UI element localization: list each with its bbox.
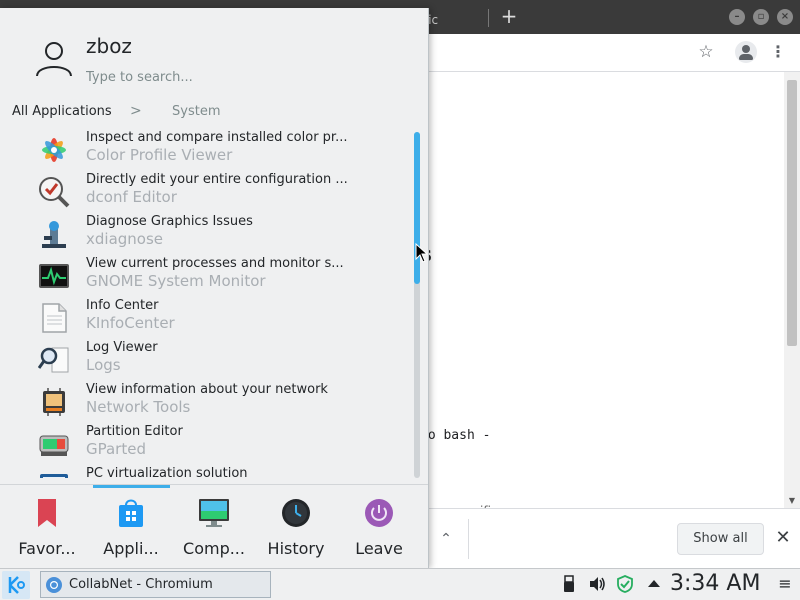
app-name: Logs (86, 356, 121, 374)
app-item-logs[interactable]: Log Viewer Logs (0, 340, 412, 382)
taskbar-item-label: CollabNet - Chromium (69, 577, 213, 592)
search-input[interactable] (84, 66, 404, 88)
gparted-icon (39, 435, 69, 456)
application-list: Inspect and compare installed color pr..… (0, 130, 412, 478)
tab-leave[interactable]: Leave (338, 493, 420, 565)
app-description: Info Center (86, 298, 159, 313)
tab-label: Comp... (183, 539, 245, 558)
bookmark-star-icon[interactable]: ☆ (696, 42, 716, 62)
app-name: dconf Editor (86, 188, 177, 206)
code-snippet: do bash - (420, 428, 491, 443)
tab-separator (488, 9, 489, 27)
history-icon (282, 499, 310, 527)
tray-expand-arrow-icon[interactable] (645, 575, 663, 593)
system-monitor-icon (39, 264, 69, 288)
volume-icon[interactable] (588, 575, 606, 593)
launcher-header: zboz (0, 8, 428, 94)
usb-drive-icon[interactable] (560, 575, 578, 593)
app-item-gparted[interactable]: Partition Editor GParted (0, 424, 412, 466)
profile-icon[interactable] (735, 41, 757, 63)
leave-icon (365, 499, 393, 527)
breadcrumb-system[interactable]: System (172, 104, 220, 119)
logs-icon (38, 347, 69, 373)
app-description: PC virtualization solution (86, 466, 248, 478)
app-description: Log Viewer (86, 340, 158, 355)
info-center-icon (42, 303, 67, 333)
computer-icon (199, 499, 229, 527)
chromium-icon (46, 577, 62, 593)
xdiagnose-icon (42, 221, 66, 248)
app-description: View current processes and monitor s... (86, 256, 344, 271)
virtualization-icon (40, 474, 68, 478)
app-item-network-tools[interactable]: View information about your network Netw… (0, 382, 412, 424)
taskbar: CollabNet - Chromium 3:34 AM ≡ (0, 568, 800, 600)
dconf-editor-icon (39, 177, 70, 208)
app-description: View information about your network (86, 382, 328, 397)
user-name: zboz (86, 34, 132, 58)
app-name: GNOME System Monitor (86, 272, 266, 290)
close-icon[interactable]: × (777, 9, 793, 25)
tab-label: Appli... (103, 539, 159, 558)
mouse-pointer-icon (415, 243, 429, 263)
applications-icon (119, 499, 143, 527)
launcher-scrollbar[interactable] (412, 132, 422, 478)
active-tab-indicator (93, 485, 170, 488)
color-profile-icon (42, 138, 66, 162)
app-name: GParted (86, 440, 146, 458)
security-shield-icon[interactable] (616, 575, 634, 593)
bookmark-icon (38, 499, 56, 527)
chevron-up-icon[interactable]: ⌃ (434, 529, 458, 549)
chevron-right-icon: > (130, 103, 142, 119)
divider (468, 519, 469, 559)
clock[interactable]: 3:34 AM (670, 569, 760, 599)
tab-favorites[interactable]: Favor... (6, 493, 88, 565)
app-description: Diagnose Graphics Issues (86, 214, 253, 229)
app-name: xdiagnose (86, 230, 164, 248)
network-tools-icon (43, 388, 65, 416)
more-menu-icon[interactable]: ⋮ (768, 42, 788, 62)
app-name: Color Profile Viewer (86, 146, 233, 164)
app-description: Inspect and compare installed color pr..… (86, 130, 348, 145)
application-launcher: zboz All Applications > System Inspect a… (0, 8, 429, 568)
app-item-xdiagnose[interactable]: Diagnose Graphics Issues xdiagnose (0, 214, 412, 256)
tab-history[interactable]: History (255, 493, 337, 565)
app-item-pc-virtualization[interactable]: PC virtualization solution (0, 466, 412, 478)
breadcrumb-all-applications[interactable]: All Applications (12, 104, 112, 119)
page-scroll-thumb[interactable] (787, 80, 797, 346)
app-item-kinfocenter[interactable]: Info Center KInfoCenter (0, 298, 412, 340)
tab-applications[interactable]: Appli... (90, 493, 172, 565)
tab-label: Leave (355, 539, 403, 558)
app-item-color-profile-viewer[interactable]: Inspect and compare installed color pr..… (0, 130, 412, 172)
launcher-footer-tabs: Favor... Appli... Comp... History Leave (0, 484, 428, 568)
plus-icon[interactable]: + (498, 5, 520, 27)
panel-menu-icon[interactable]: ≡ (776, 574, 794, 594)
tab-label: Favor... (18, 539, 76, 558)
tab-label: History (267, 539, 325, 558)
tab-computer[interactable]: Comp... (173, 493, 255, 565)
close-icon[interactable]: ✕ (772, 527, 794, 549)
app-name: Network Tools (86, 398, 191, 416)
minimize-icon[interactable]: – (729, 9, 745, 25)
page-scrollbar[interactable]: ▼ (784, 72, 800, 508)
app-description: Partition Editor (86, 424, 183, 439)
show-all-button[interactable]: Show all (677, 523, 764, 555)
app-item-gnome-system-monitor[interactable]: View current processes and monitor s... … (0, 256, 412, 298)
app-item-dconf-editor[interactable]: Directly edit your entire configuration … (0, 172, 412, 214)
kde-launcher-icon[interactable] (2, 571, 30, 599)
app-description: Directly edit your entire configuration … (86, 172, 348, 187)
taskbar-item-chromium[interactable]: CollabNet - Chromium (40, 571, 271, 598)
user-avatar-icon[interactable] (34, 38, 74, 78)
browser-tab[interactable]: fic (420, 6, 482, 34)
app-name: KInfoCenter (86, 314, 175, 332)
maximize-icon[interactable]: ▫ (753, 9, 769, 25)
scroll-down-arrow-icon[interactable]: ▼ (786, 496, 798, 506)
